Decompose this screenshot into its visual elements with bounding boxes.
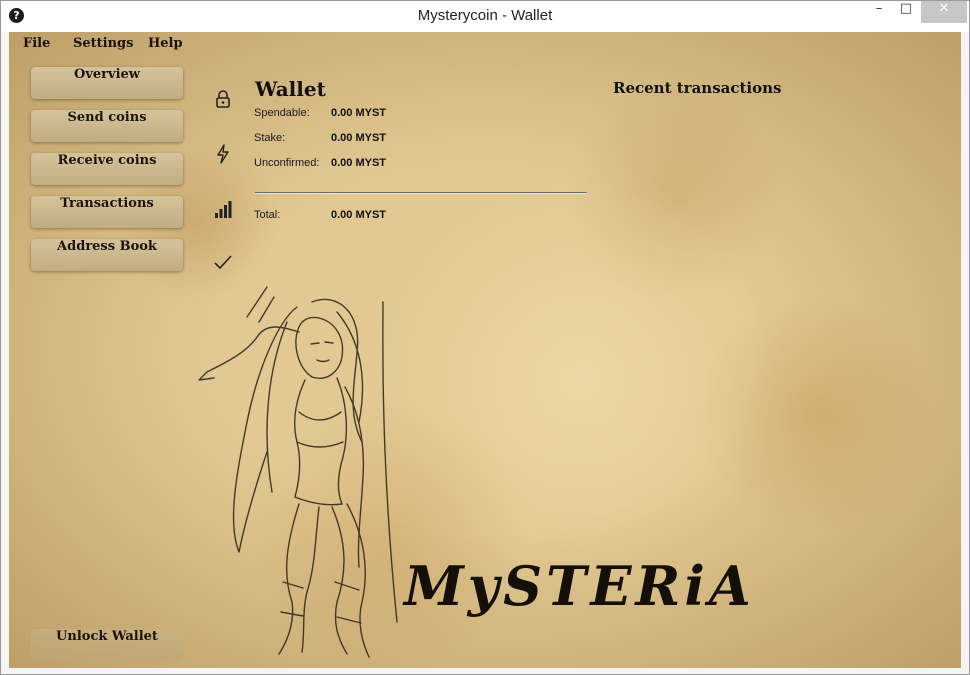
check-icon[interactable]	[212, 251, 234, 273]
unconfirmed-value: 0.00 MYST	[331, 157, 387, 169]
close-button[interactable]: ✕	[921, 1, 967, 23]
menu-settings[interactable]: Settings	[73, 36, 133, 51]
lock-icon[interactable]	[212, 88, 234, 110]
app-window: ? Mysterycoin - Wallet – □ ✕ File Settin…	[0, 0, 970, 675]
main-area: File Settings Help Overview Send coins R…	[9, 32, 961, 668]
window-title: Mysterycoin - Wallet	[417, 7, 553, 24]
menu-file[interactable]: File	[23, 36, 50, 51]
total-value: 0.00 MYST	[331, 209, 387, 221]
brand-logo: MySTERiA	[404, 554, 755, 618]
spendable-label: Spendable:	[254, 107, 310, 119]
unconfirmed-label: Unconfirmed:	[254, 157, 320, 169]
menu-help[interactable]: Help	[148, 36, 183, 51]
overview-button[interactable]: Overview	[31, 67, 183, 99]
total-label: Total:	[254, 209, 281, 221]
send-coins-button[interactable]: Send coins	[31, 110, 183, 142]
stake-label: Stake:	[254, 132, 286, 144]
receive-coins-button[interactable]: Receive coins	[31, 153, 183, 185]
title-bar: ? Mysterycoin - Wallet – □ ✕	[1, 1, 969, 32]
lightning-icon[interactable]	[212, 143, 234, 165]
spendable-value: 0.00 MYST	[331, 107, 387, 119]
wallet-title: Wallet	[255, 77, 326, 101]
address-book-button[interactable]: Address Book	[31, 239, 183, 271]
recent-transactions-title: Recent transactions	[613, 79, 782, 97]
unlock-wallet-button[interactable]: Unlock Wallet	[31, 629, 183, 661]
signal-icon[interactable]	[212, 198, 234, 220]
transactions-button[interactable]: Transactions	[31, 196, 183, 228]
stake-value: 0.00 MYST	[331, 132, 387, 144]
maximize-button[interactable]: □	[890, 1, 922, 23]
balance-divider	[255, 192, 587, 193]
